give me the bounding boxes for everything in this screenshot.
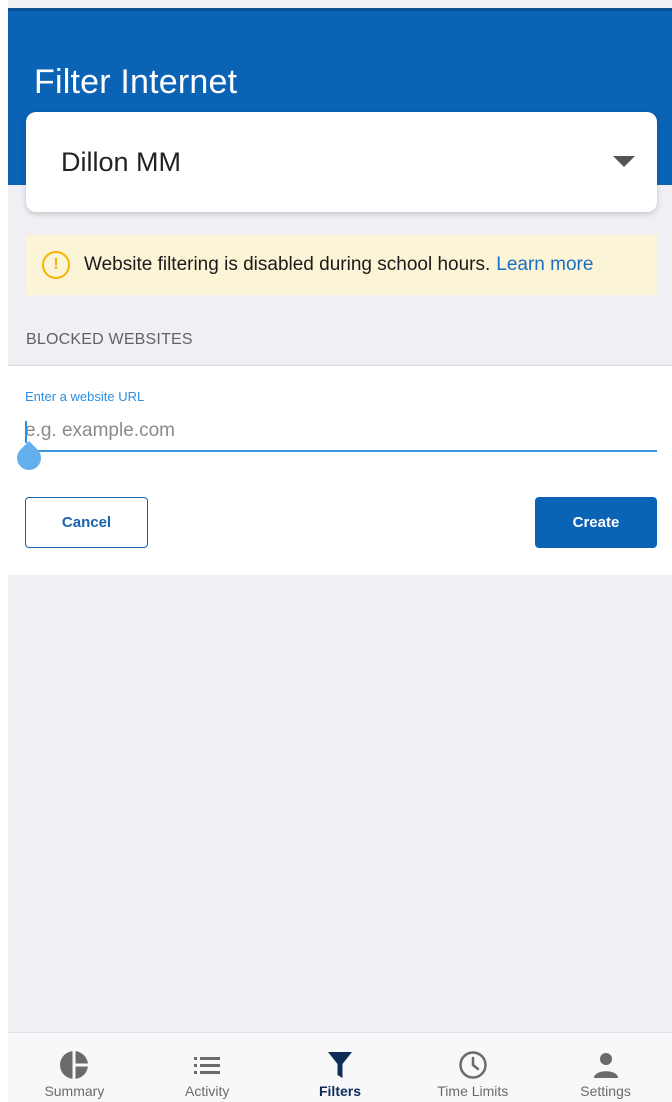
warning-circle-icon: ! <box>42 251 70 279</box>
nav-summary-label: Summary <box>44 1083 105 1099</box>
website-url-input[interactable] <box>25 418 657 452</box>
nav-time-limits[interactable]: Time Limits <box>406 1033 539 1102</box>
page-title: Filter Internet <box>34 63 238 101</box>
clock-icon <box>458 1049 488 1081</box>
nav-time-limits-label: Time Limits <box>437 1083 509 1099</box>
section-title: BLOCKED WEBSITES <box>26 331 193 348</box>
create-button[interactable]: Create <box>535 497 657 548</box>
add-website-form: Enter a website URL Cancel Create <box>8 365 672 575</box>
nav-activity[interactable]: Activity <box>141 1033 274 1102</box>
school-hours-notice: ! Website filtering is disabled during s… <box>26 235 657 295</box>
text-cursor <box>25 421 27 443</box>
filter-icon <box>327 1049 353 1081</box>
nav-settings-label: Settings <box>580 1083 631 1099</box>
nav-settings[interactable]: Settings <box>539 1033 672 1102</box>
left-edge <box>0 0 8 1102</box>
list-icon <box>192 1049 222 1081</box>
bottom-navigation: Summary Activity Filters Time Limits Set… <box>8 1032 672 1102</box>
nav-summary[interactable]: Summary <box>8 1033 141 1102</box>
person-icon <box>592 1049 620 1081</box>
cancel-button[interactable]: Cancel <box>25 497 148 548</box>
nav-filters[interactable]: Filters <box>274 1033 407 1102</box>
notice-text: Website filtering is disabled during sch… <box>84 254 491 275</box>
nav-filters-label: Filters <box>318 1083 361 1099</box>
nav-activity-label: Activity <box>185 1083 230 1099</box>
child-selector-dropdown[interactable]: Dillon MM <box>26 112 657 212</box>
url-field-label: Enter a website URL <box>25 389 145 404</box>
chevron-down-icon <box>613 156 635 167</box>
pie-chart-icon <box>59 1049 90 1081</box>
learn-more-link[interactable]: Learn more <box>496 254 593 276</box>
selected-child-name: Dillon MM <box>61 147 182 177</box>
